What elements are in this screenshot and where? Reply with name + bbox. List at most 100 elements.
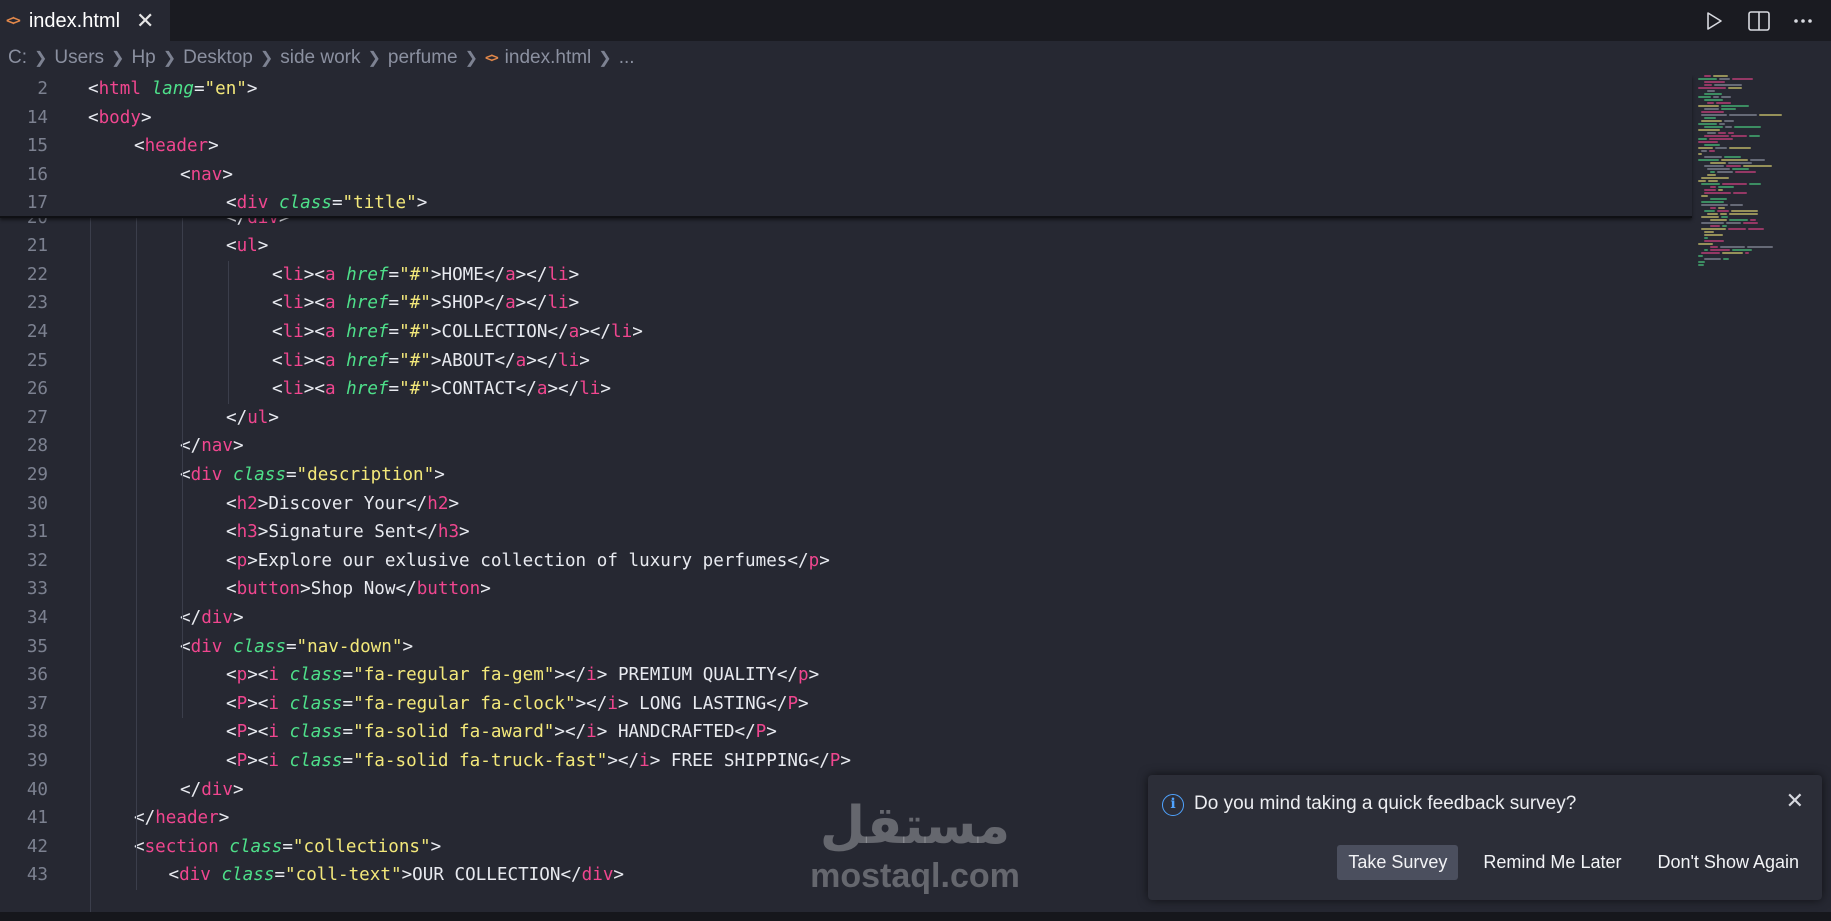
code-line[interactable]: 25 <li><a href="#">ABOUT</a></li> bbox=[0, 347, 1690, 376]
code-token: ></ bbox=[526, 350, 559, 371]
remind-me-later-button[interactable]: Remind Me Later bbox=[1472, 845, 1633, 880]
minimap-line bbox=[1704, 126, 1723, 128]
line-number: 42 bbox=[26, 836, 48, 857]
code-line[interactable]: 15 <header> bbox=[0, 132, 1690, 161]
minimap-line bbox=[1701, 216, 1719, 218]
code-line[interactable]: 36 <p><i class="fa-regular fa-gem"></i> P… bbox=[0, 661, 1690, 690]
close-icon[interactable]: ✕ bbox=[1786, 789, 1804, 814]
breadcrumb-item[interactable]: Hp bbox=[131, 47, 155, 69]
code-line[interactable]: 21 <ul> bbox=[0, 232, 1690, 261]
code-token: < bbox=[168, 865, 180, 886]
line-number: 36 bbox=[26, 665, 48, 686]
minimap-line bbox=[1732, 78, 1753, 80]
code-token: "#" bbox=[399, 264, 431, 285]
code-token: "description" bbox=[296, 465, 435, 485]
code-token: P bbox=[236, 751, 248, 771]
minimap-line bbox=[1707, 132, 1716, 134]
breadcrumb-item[interactable]: perfume bbox=[388, 47, 458, 69]
code-line[interactable]: 23 <li><a href="#">SHOP</a></li> bbox=[0, 289, 1690, 318]
code-line[interactable]: 31 <h3>Signature Sent</h3> bbox=[0, 518, 1690, 547]
code-token: li bbox=[282, 293, 304, 314]
line-number: 30 bbox=[26, 493, 48, 514]
close-icon[interactable]: ✕ bbox=[136, 9, 154, 34]
code-line[interactable]: 38 <P><i class="fa-solid fa-award"></i> H… bbox=[0, 718, 1690, 747]
code-token: < bbox=[272, 350, 283, 371]
code-token: < bbox=[272, 264, 283, 285]
code-line[interactable]: 35 <div class="nav-down"> bbox=[0, 633, 1690, 662]
minimap-line bbox=[1721, 105, 1749, 107]
code-token: p bbox=[236, 665, 248, 686]
code-token: h3 bbox=[236, 522, 258, 543]
code-line[interactable]: 37 <P><i class="fa-regular fa-clock"></i>… bbox=[0, 690, 1690, 719]
line-number: 37 bbox=[26, 693, 48, 714]
minimap-line bbox=[1732, 168, 1749, 170]
code-token: > bbox=[600, 379, 611, 400]
code-token: a bbox=[515, 350, 527, 371]
dont-show-again-button[interactable]: Don't Show Again bbox=[1646, 845, 1810, 880]
code-text: <div class="nav-down"> bbox=[180, 633, 413, 662]
code-text: </header> bbox=[134, 804, 229, 833]
code-token: >< bbox=[247, 722, 269, 743]
code-line[interactable]: 14 <body> bbox=[0, 104, 1690, 133]
run-icon[interactable] bbox=[1703, 10, 1725, 32]
split-editor-icon[interactable] bbox=[1747, 10, 1771, 32]
code-line[interactable]: 33 <button>Shop Now</button> bbox=[0, 575, 1690, 604]
code-token: div bbox=[201, 608, 233, 628]
code-token: a bbox=[505, 264, 516, 285]
breadcrumb-item[interactable]: Users bbox=[54, 47, 104, 69]
line-number: 38 bbox=[26, 722, 48, 743]
line-number: 39 bbox=[26, 751, 48, 771]
code-line[interactable]: 24 <li><a href="#">COLLECTION</a></li> bbox=[0, 318, 1690, 347]
code-line[interactable]: 34 </div> bbox=[0, 604, 1690, 633]
code-line[interactable]: 22 <li><a href="#">HOME</a></li> bbox=[0, 261, 1690, 290]
code-token: a bbox=[324, 264, 336, 285]
sticky-scroll-header[interactable]: 2 <html lang="en"> 14 <body> 15 <header> 16 <na… bbox=[0, 75, 1692, 218]
code-token: a bbox=[568, 322, 580, 342]
feedback-survey-notification: i Do you mind taking a quick feedback su… bbox=[1148, 775, 1822, 900]
code-token: </ bbox=[560, 865, 582, 886]
breadcrumb-item[interactable]: side work bbox=[280, 47, 360, 69]
code-line[interactable]: 17 <div class="title"> bbox=[0, 189, 1690, 218]
minimap-line bbox=[1728, 87, 1742, 89]
code-token: </ bbox=[395, 579, 417, 600]
code-token: ></ bbox=[515, 264, 548, 285]
code-token: </ bbox=[416, 522, 438, 543]
minimap-line bbox=[1718, 132, 1726, 134]
code-token: li bbox=[282, 350, 304, 371]
code-token: < bbox=[226, 722, 237, 743]
breadcrumb-item[interactable]: ... bbox=[619, 47, 635, 69]
minimap-line bbox=[1701, 183, 1720, 185]
code-line[interactable]: 39 <P><i class="fa-solid fa-truck-fast"><… bbox=[0, 747, 1690, 776]
more-actions-icon[interactable] bbox=[1793, 10, 1813, 32]
chevron-right-icon: ❯ bbox=[111, 50, 125, 67]
code-line[interactable]: 2 <html lang="en"> bbox=[0, 75, 1690, 104]
code-text: <section class="collections"> bbox=[134, 833, 441, 862]
minimap-line bbox=[1720, 246, 1745, 248]
code-token: < bbox=[226, 693, 237, 714]
indent-guide bbox=[228, 260, 229, 404]
breadcrumb-item[interactable]: Desktop bbox=[183, 47, 253, 69]
code-line[interactable]: 29 <div class="description"> bbox=[0, 461, 1690, 490]
code-token: < bbox=[226, 751, 237, 771]
code-token: ></ bbox=[607, 751, 640, 771]
code-line[interactable]: 27 </ul> bbox=[0, 404, 1690, 433]
editor-tab-index-html[interactable]: <> index.html ✕ bbox=[0, 0, 171, 41]
code-line[interactable]: 16 <nav> bbox=[0, 161, 1690, 190]
line-number: 29 bbox=[26, 465, 48, 485]
code-token: </ bbox=[808, 751, 830, 771]
breadcrumb-item[interactable]: C: bbox=[8, 47, 27, 69]
code-line[interactable]: 26 <li><a href="#">CONTACT</a></li> bbox=[0, 375, 1690, 404]
minimap-line bbox=[1698, 261, 1705, 263]
chevron-right-icon: ❯ bbox=[259, 50, 274, 67]
minimap[interactable] bbox=[1698, 75, 1818, 275]
take-survey-button[interactable]: Take Survey bbox=[1337, 845, 1459, 880]
minimap-line bbox=[1722, 225, 1727, 227]
code-line[interactable]: 30 <h2>Discover Your</h2> bbox=[0, 490, 1690, 519]
code-token: </ bbox=[483, 293, 506, 314]
code-line[interactable]: 28 </nav> bbox=[0, 432, 1690, 461]
minimap-line bbox=[1701, 177, 1729, 179]
breadcrumb-item[interactable]: index.html bbox=[505, 47, 592, 69]
code-line[interactable]: 32 <p>Explore our exlusive collection of … bbox=[0, 547, 1690, 576]
minimap-line bbox=[1749, 135, 1760, 137]
